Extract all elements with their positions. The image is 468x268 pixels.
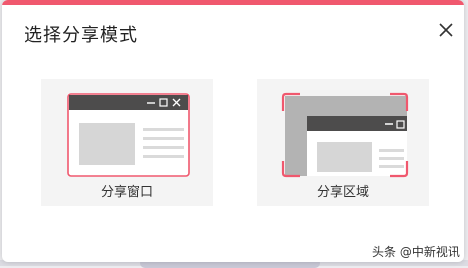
close-button[interactable] [435,19,457,41]
share-window-option[interactable]: 分享窗口 [41,79,213,206]
share-region-label: 分享区域 [316,185,369,200]
dialog-title: 选择分享模式 [24,25,138,46]
close-icon [439,23,453,37]
share-mode-dialog: 选择分享模式 分享窗口 分享区域 [2,0,464,262]
share-window-label: 分享窗口 [100,185,153,200]
watermark: 头条 @中新视讯 [372,245,460,259]
dialog-accent-bar [2,0,464,5]
share-region-option[interactable]: 分享区域 [257,79,429,206]
